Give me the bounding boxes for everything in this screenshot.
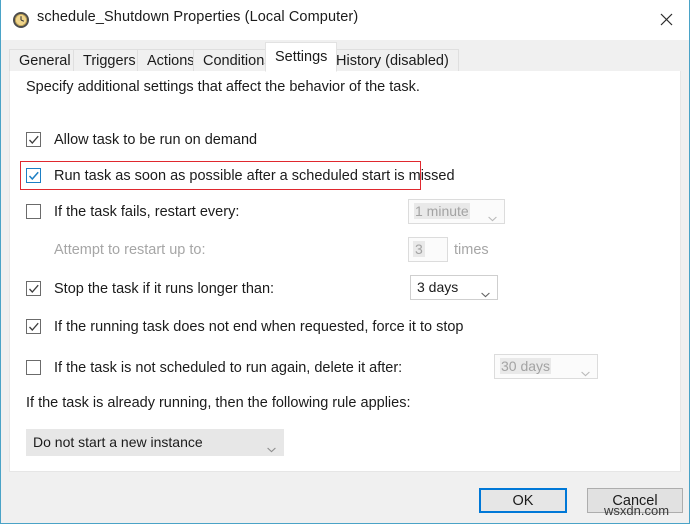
- window-title: schedule_Shutdown Properties (Local Comp…: [37, 9, 359, 25]
- task-scheduler-clock-icon: [12, 11, 30, 29]
- row-stop-if-longer: Stop the task if it runs longer than:: [26, 279, 446, 301]
- checkbox-run-asap-missed[interactable]: [26, 168, 41, 183]
- ok-button[interactable]: OK: [479, 488, 567, 513]
- combo-restart-interval-value: 1 minute: [414, 203, 470, 219]
- row-restart-on-fail: If the task fails, restart every:: [26, 202, 446, 224]
- label-restart-on-fail: If the task fails, restart every:: [54, 204, 240, 220]
- label-restart-attempts-suffix: times: [454, 242, 489, 258]
- spinner-restart-attempts[interactable]: 3: [408, 237, 448, 262]
- label-already-running-rule: If the task is already running, then the…: [26, 395, 411, 411]
- row-force-stop: If the running task does not end when re…: [26, 317, 506, 339]
- row-run-asap-missed: Run task as soon as possible after a sch…: [26, 166, 455, 188]
- properties-window: schedule_Shutdown Properties (Local Comp…: [0, 0, 690, 524]
- row-delete-after: If the task is not scheduled to run agai…: [26, 358, 506, 380]
- label-delete-after: If the task is not scheduled to run agai…: [54, 360, 403, 376]
- combo-delete-after-value: 30 days: [500, 358, 552, 374]
- tab-strip: General Triggers Actions Conditions Sett…: [1, 40, 689, 72]
- tab-settings[interactable]: Settings: [265, 42, 338, 72]
- chevron-down-icon: [581, 364, 590, 377]
- checkbox-force-stop[interactable]: [26, 319, 41, 334]
- label-force-stop: If the running task does not end when re…: [54, 319, 464, 335]
- settings-panel: Specify additional settings that affect …: [9, 71, 681, 472]
- checkbox-restart-on-fail[interactable]: [26, 204, 41, 219]
- row-allow-on-demand: Allow task to be run on demand: [26, 130, 446, 152]
- combo-stop-duration-value: 3 days: [417, 279, 459, 295]
- combo-restart-interval[interactable]: 1 minute: [408, 199, 505, 224]
- spinner-restart-attempts-value: 3: [413, 241, 425, 257]
- tab-triggers[interactable]: Triggers: [73, 49, 146, 72]
- label-allow-on-demand: Allow task to be run on demand: [54, 132, 258, 148]
- checkbox-delete-after[interactable]: [26, 360, 41, 375]
- title-bar: schedule_Shutdown Properties (Local Comp…: [1, 0, 689, 41]
- chevron-down-icon: [267, 440, 276, 453]
- label-stop-if-longer: Stop the task if it runs longer than:: [54, 281, 275, 297]
- checkbox-stop-if-longer[interactable]: [26, 281, 41, 296]
- label-run-asap-missed: Run task as soon as possible after a sch…: [54, 168, 455, 184]
- checkbox-allow-on-demand[interactable]: [26, 132, 41, 147]
- chevron-down-icon: [488, 209, 497, 222]
- combo-delete-after-duration[interactable]: 30 days: [494, 354, 598, 379]
- tab-history[interactable]: History (disabled): [326, 49, 459, 72]
- combo-already-running-rule-value: Do not start a new instance: [33, 434, 203, 450]
- label-restart-attempts: Attempt to restart up to:: [54, 242, 206, 258]
- close-icon[interactable]: [643, 0, 689, 39]
- watermark: wsxdn.com: [604, 503, 670, 518]
- chevron-down-icon: [481, 285, 490, 298]
- combo-already-running-rule[interactable]: Do not start a new instance: [26, 429, 284, 456]
- settings-description: Specify additional settings that affect …: [26, 79, 420, 95]
- tab-general[interactable]: General: [9, 49, 81, 72]
- combo-stop-duration[interactable]: 3 days: [410, 275, 498, 300]
